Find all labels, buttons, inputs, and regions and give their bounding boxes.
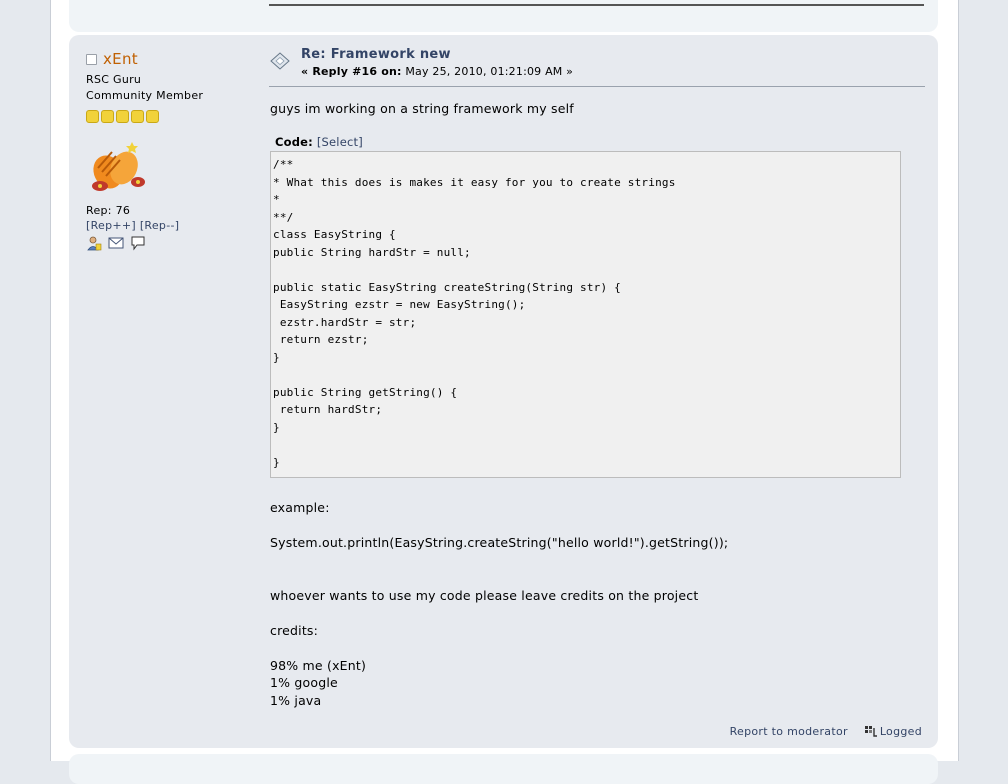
credit-line: 1% google xyxy=(270,675,338,690)
post-body: guys im working on a string framework my… xyxy=(270,101,920,709)
personal-message-icon[interactable] xyxy=(130,235,146,251)
poster-info: xEnt RSC Guru Community Member Rep: 76 [… xyxy=(86,49,256,251)
post-subject-link[interactable]: Re: Framework new xyxy=(301,47,925,62)
post-header: Re: Framework new « Reply #16 on: May 25… xyxy=(269,47,925,78)
next-post xyxy=(69,754,938,784)
offline-status-icon xyxy=(86,53,97,65)
reply-number: « Reply #16 on: xyxy=(301,65,402,78)
previous-post-divider xyxy=(269,4,924,6)
code-select-link[interactable]: [Select] xyxy=(317,135,363,149)
report-to-moderator-link[interactable]: Report to moderator xyxy=(730,725,848,738)
credits-label: credits: xyxy=(270,622,319,638)
message-icon xyxy=(269,50,291,76)
rep-minus-link[interactable]: [Rep--] xyxy=(140,219,180,232)
post-date: May 25, 2010, 01:21:09 AM » xyxy=(405,65,574,78)
example-label: example: xyxy=(270,500,330,515)
code-label: Code: xyxy=(275,135,313,149)
star-icon xyxy=(116,110,129,123)
post-footer: Report to moderator Logged xyxy=(730,725,922,738)
logged-label: Logged xyxy=(879,725,922,738)
poster-name-link[interactable]: xEnt xyxy=(103,50,138,68)
poster-group: Community Member xyxy=(86,89,204,102)
ip-logged-icon xyxy=(864,726,877,737)
forum-post: xEnt RSC Guru Community Member Rep: 76 [… xyxy=(69,35,938,748)
credits-note: whoever wants to use my code please leav… xyxy=(270,587,699,603)
example-code: System.out.println(EasyString.createStri… xyxy=(270,535,729,550)
header-divider xyxy=(269,86,925,87)
email-icon[interactable] xyxy=(108,235,124,251)
star-icon xyxy=(146,110,159,123)
star-icon xyxy=(86,110,99,123)
credit-line: 98% me (xEnt) xyxy=(270,657,367,673)
code-header: Code: [Select] xyxy=(275,135,920,149)
rank-stars xyxy=(86,110,256,124)
post-intro-text: guys im working on a string framework my… xyxy=(270,101,574,116)
view-profile-icon[interactable] xyxy=(86,235,102,251)
star-icon xyxy=(131,110,144,123)
star-icon xyxy=(101,110,114,123)
logged-ip: Logged xyxy=(864,725,922,738)
rep-plus-link[interactable]: [Rep++] xyxy=(86,219,136,232)
avatar xyxy=(86,138,150,194)
reputation: Rep: 76 xyxy=(86,204,131,217)
credit-line: 1% java xyxy=(270,692,322,708)
poster-title: RSC Guru xyxy=(86,73,142,86)
code-block[interactable]: /** * What this does is makes it easy fo… xyxy=(270,151,901,478)
reply-info: « Reply #16 on: May 25, 2010, 01:21:09 A… xyxy=(301,65,925,78)
